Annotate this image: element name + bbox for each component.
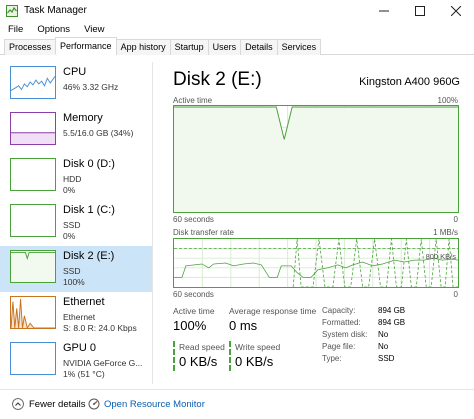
page-title: Disk 2 (E:) bbox=[173, 69, 262, 90]
menu-view[interactable]: View bbox=[76, 22, 110, 38]
menu-options[interactable]: Options bbox=[29, 22, 76, 38]
resource-monitor-label: Open Resource Monitor bbox=[104, 399, 205, 410]
sidebar-item-detail: 5.5/16.0 GB (34%) bbox=[63, 128, 134, 138]
transfer-rate-chart-max: 1 MB/s bbox=[433, 228, 458, 237]
write-speed-value: 0 KB/s bbox=[235, 354, 274, 369]
sidebar-item-usage: 0% bbox=[63, 231, 76, 241]
sidebar-item-memory[interactable]: Memory 5.5/16.0 GB (34%) bbox=[0, 108, 152, 154]
active-time-chart-max: 100% bbox=[437, 96, 458, 105]
property-capacity-value: 894 GB bbox=[378, 306, 406, 315]
tab-details[interactable]: Details bbox=[240, 39, 278, 55]
sidebar-item-disk-1[interactable]: Disk 1 (C:) SSD 0% bbox=[0, 200, 152, 246]
sidebar-item-detail: SSD bbox=[63, 266, 81, 276]
menu-bar: File Options View bbox=[0, 22, 110, 38]
property-system-disk-label: System disk: bbox=[322, 330, 368, 339]
read-speed-value: 0 KB/s bbox=[179, 354, 218, 369]
property-type-label: Type: bbox=[322, 354, 342, 363]
sidebar-item-detail: 46% 3.32 GHz bbox=[63, 82, 119, 92]
transfer-rate-chart-min: 0 bbox=[453, 290, 458, 299]
read-speed-indicator bbox=[173, 341, 175, 371]
active-time-chart-duration: 60 seconds bbox=[173, 215, 214, 224]
sidebar-item-cpu[interactable]: CPU 46% 3.32 GHz bbox=[0, 62, 152, 108]
tab-startup[interactable]: Startup bbox=[169, 39, 209, 55]
response-time-stat-label: Average response time bbox=[229, 306, 317, 316]
sidebar-item-name: GPU 0 bbox=[63, 342, 97, 354]
transfer-rate-chart-duration: 60 seconds bbox=[173, 290, 214, 299]
maximize-button[interactable] bbox=[402, 0, 438, 22]
performance-sidebar: CPU 46% 3.32 GHz Memory 5.5/16.0 GB (34%… bbox=[0, 62, 153, 384]
tab-app-history[interactable]: App history bbox=[115, 39, 171, 55]
memory-thumbnail-graph bbox=[10, 112, 56, 145]
property-formatted-label: Formatted: bbox=[322, 318, 361, 327]
disk-detail-panel: Disk 2 (E:) Kingston A400 960G Active ti… bbox=[160, 62, 466, 384]
close-button[interactable] bbox=[438, 0, 474, 22]
property-capacity-label: Capacity: bbox=[322, 306, 356, 315]
tab-strip: Processes Performance App history Startu… bbox=[0, 37, 474, 55]
cpu-thumbnail-graph bbox=[10, 66, 56, 99]
gpu-0-thumbnail-graph bbox=[10, 342, 56, 375]
ethernet-thumbnail-graph bbox=[10, 296, 56, 329]
sidebar-item-detail: SSD bbox=[63, 220, 81, 230]
sidebar-item-name: Ethernet bbox=[63, 296, 105, 308]
active-time-chart-label: Active time bbox=[173, 96, 213, 105]
transfer-rate-chart bbox=[173, 238, 459, 288]
tab-services[interactable]: Services bbox=[276, 39, 322, 55]
footer-bar: Fewer details Open Resource Monitor bbox=[0, 389, 474, 419]
resource-monitor-icon bbox=[88, 398, 100, 410]
device-model: Kingston A400 960G bbox=[359, 76, 460, 88]
sidebar-item-detail: Ethernet bbox=[63, 312, 96, 322]
property-formatted-value: 894 GB bbox=[378, 318, 406, 327]
tab-processes[interactable]: Processes bbox=[4, 39, 57, 55]
minimize-button[interactable] bbox=[366, 0, 402, 22]
transfer-rate-chart-scale-mark: 800 KB/s bbox=[425, 252, 456, 261]
menu-file[interactable]: File bbox=[0, 22, 29, 38]
maximize-icon bbox=[415, 6, 425, 16]
active-time-chart-min: 0 bbox=[453, 215, 458, 224]
property-type-value: SSD bbox=[378, 354, 395, 363]
write-speed-indicator bbox=[229, 341, 231, 371]
sidebar-item-usage: 1% (51 °C) bbox=[63, 369, 105, 379]
chevron-up-icon bbox=[12, 398, 24, 410]
disk-0-thumbnail-graph bbox=[10, 158, 56, 191]
task-manager-icon bbox=[6, 5, 18, 17]
sidebar-item-usage: S: 8.0 R: 24.0 Kbps bbox=[63, 323, 137, 333]
active-time-stat-label: Active time bbox=[173, 306, 215, 316]
disk-2-thumbnail-graph bbox=[10, 250, 56, 283]
fewer-details-label: Fewer details bbox=[29, 399, 86, 410]
sidebar-item-disk-0[interactable]: Disk 0 (D:) HDD 0% bbox=[0, 154, 152, 200]
sidebar-item-name: CPU bbox=[63, 66, 87, 78]
window-title: Task Manager bbox=[24, 5, 87, 16]
sidebar-item-detail: NVIDIA GeForce G... bbox=[63, 358, 143, 368]
sidebar-item-detail: HDD bbox=[63, 174, 82, 184]
sidebar-item-name: Disk 0 (D:) bbox=[63, 158, 115, 170]
tab-users[interactable]: Users bbox=[207, 39, 242, 55]
response-time-stat-value: 0 ms bbox=[229, 318, 258, 333]
property-page-file-value: No bbox=[378, 342, 389, 351]
tab-performance[interactable]: Performance bbox=[55, 37, 117, 55]
sidebar-item-usage: 100% bbox=[63, 277, 85, 287]
sidebar-item-usage: 0% bbox=[63, 185, 76, 195]
sidebar-item-name: Memory bbox=[63, 112, 103, 124]
sidebar-item-name: Disk 1 (C:) bbox=[63, 204, 115, 216]
transfer-rate-chart-label: Disk transfer rate bbox=[173, 228, 234, 237]
sidebar-item-disk-2[interactable]: Disk 2 (E:) SSD 100% bbox=[0, 246, 152, 292]
active-time-chart bbox=[173, 105, 459, 213]
active-time-stat-value: 100% bbox=[173, 318, 207, 333]
write-speed-label: Write speed bbox=[235, 342, 281, 352]
sidebar-item-name: Disk 2 (E:) bbox=[63, 250, 115, 262]
title-bar: Task Manager bbox=[0, 0, 474, 22]
minimize-icon bbox=[379, 10, 389, 12]
read-speed-label: Read speed bbox=[179, 342, 225, 352]
property-page-file-label: Page file: bbox=[322, 342, 356, 351]
close-icon bbox=[451, 6, 461, 16]
disk-1-thumbnail-graph bbox=[10, 204, 56, 237]
sidebar-item-ethernet[interactable]: Ethernet Ethernet S: 8.0 R: 24.0 Kbps bbox=[0, 292, 152, 338]
sidebar-item-gpu-0[interactable]: GPU 0 NVIDIA GeForce G... 1% (51 °C) bbox=[0, 338, 152, 384]
property-system-disk-value: No bbox=[378, 330, 389, 339]
